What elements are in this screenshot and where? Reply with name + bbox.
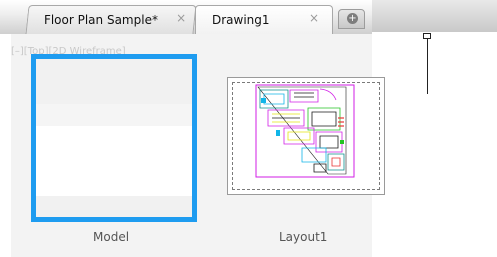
tab-drawing1[interactable]: Drawing1 × bbox=[195, 5, 333, 34]
layout1-thumbnail[interactable] bbox=[227, 77, 385, 195]
layout-preview-panel: [–][Top][2D Wireframe] Model Layout1 bbox=[11, 34, 385, 257]
tab-label: Floor Plan Sample* bbox=[43, 13, 158, 27]
close-icon[interactable]: × bbox=[176, 11, 186, 25]
model-preview-band bbox=[36, 126, 192, 196]
layout1-caption: Layout1 bbox=[279, 230, 328, 244]
tab-floor-plan-sample[interactable]: Floor Plan Sample* × bbox=[25, 5, 197, 34]
floor-plan-preview-image bbox=[255, 84, 355, 178]
new-tab-button[interactable]: + bbox=[338, 9, 365, 29]
crosshair-cursor-icon bbox=[427, 38, 428, 94]
tab-label: Drawing1 bbox=[212, 13, 270, 27]
model-preview-band bbox=[36, 104, 192, 126]
model-preview-band bbox=[36, 59, 192, 104]
close-icon[interactable]: × bbox=[309, 11, 319, 25]
model-thumbnail[interactable] bbox=[31, 54, 197, 222]
plus-icon: + bbox=[347, 13, 358, 24]
model-preview-band bbox=[36, 196, 192, 217]
tab-strip-empty bbox=[372, 0, 497, 32]
model-caption: Model bbox=[93, 230, 130, 244]
drawing-area bbox=[372, 32, 497, 35]
